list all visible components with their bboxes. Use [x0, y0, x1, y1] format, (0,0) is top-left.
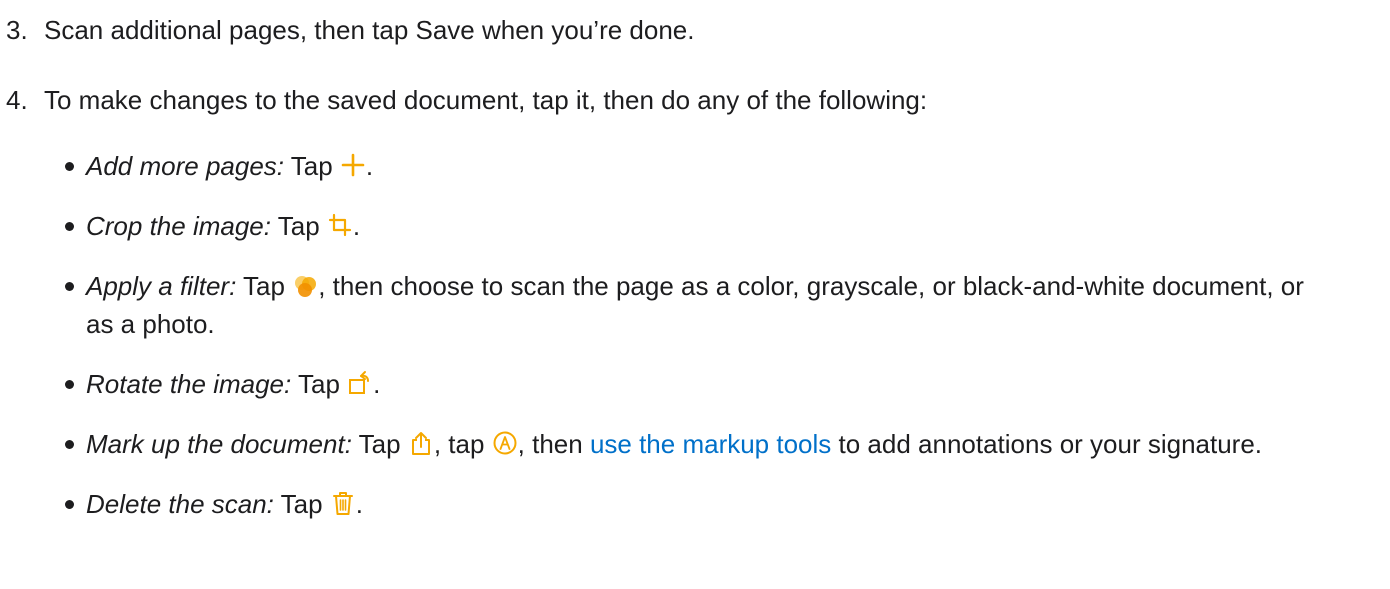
option-text: . [365, 151, 374, 181]
option-text: Tap [284, 151, 340, 181]
option-text: Tap [273, 489, 330, 519]
bullet-dot [65, 222, 74, 231]
option-text: . [355, 489, 364, 519]
option-text: , then [517, 429, 590, 459]
option-term: Rotate the image: [86, 369, 292, 399]
document-page: 3. Scan additional pages, then tap Save … [0, 0, 1390, 589]
bullet-dot [65, 162, 74, 171]
options-list: Add more pages: Tap . Crop the image: Ta… [44, 147, 1334, 545]
list-item: Apply a filter: Tap , then choose to sca… [44, 267, 1334, 343]
option-text: to add annotations or your signature. [831, 429, 1263, 459]
option-term: Apply a filter: [86, 271, 237, 301]
step-3: 3. Scan additional pages, then tap Save … [0, 11, 694, 49]
step-number: 4. [6, 85, 28, 115]
option-term: Crop the image: [86, 211, 271, 241]
bullet-dot [65, 500, 74, 509]
filters-icon [292, 270, 318, 297]
bullet-dot [65, 380, 74, 389]
share-icon [408, 428, 434, 455]
list-item: Mark up the document: Tap , tap , then u… [44, 425, 1334, 463]
bullet-dot [65, 440, 74, 449]
list-item: Rotate the image: Tap . [44, 365, 1334, 403]
list-item: Crop the image: Tap . [44, 207, 1334, 245]
markup-icon [492, 428, 518, 455]
list-item: Delete the scan: Tap . [44, 485, 1334, 523]
bullet-dot [65, 282, 74, 291]
option-text: . [373, 369, 381, 399]
option-text: Tap [236, 271, 293, 301]
option-text: Tap [351, 429, 408, 459]
option-text: Tap [270, 211, 327, 241]
option-text: . [352, 211, 361, 241]
step-number: 3. [6, 15, 28, 45]
option-text: Tap [291, 369, 348, 399]
rotate-icon [347, 368, 373, 394]
trash-icon [330, 488, 356, 515]
option-term: Mark up the document: [86, 429, 352, 459]
step-text: Scan additional pages, then tap Save whe… [44, 15, 695, 45]
plus-icon [340, 150, 366, 177]
list-item: Add more pages: Tap . [44, 147, 1334, 185]
step-text: To make changes to the saved document, t… [44, 85, 928, 115]
markup-tools-link[interactable]: use the markup tools [590, 429, 831, 459]
step-4: 4. To make changes to the saved document… [0, 81, 927, 119]
option-text: , tap [433, 429, 492, 459]
option-term: Add more pages: [86, 151, 285, 181]
option-term: Delete the scan: [86, 489, 274, 519]
crop-icon [327, 210, 353, 237]
